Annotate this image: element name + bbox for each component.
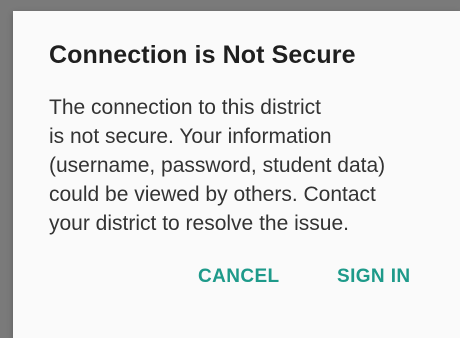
dialog-message-line: could be viewed by others. Contact [49, 183, 376, 206]
screen: Connection is Not Secure The connection … [0, 0, 460, 338]
cancel-button[interactable]: CANCEL [198, 261, 280, 293]
dialog-message: The connection to this district is not s… [49, 93, 409, 238]
dialog-message-line: The connection to this district [49, 96, 321, 119]
alert-dialog: Connection is Not Secure The connection … [13, 11, 460, 338]
sign-in-button[interactable]: SIGN IN [337, 261, 411, 293]
dialog-message-line: is not secure. Your information [49, 125, 332, 148]
dialog-message-line: (username, password, student data) [49, 154, 386, 177]
dialog-message-line: your district to resolve the issue. [49, 212, 349, 235]
dialog-title: Connection is Not Secure [49, 41, 356, 69]
